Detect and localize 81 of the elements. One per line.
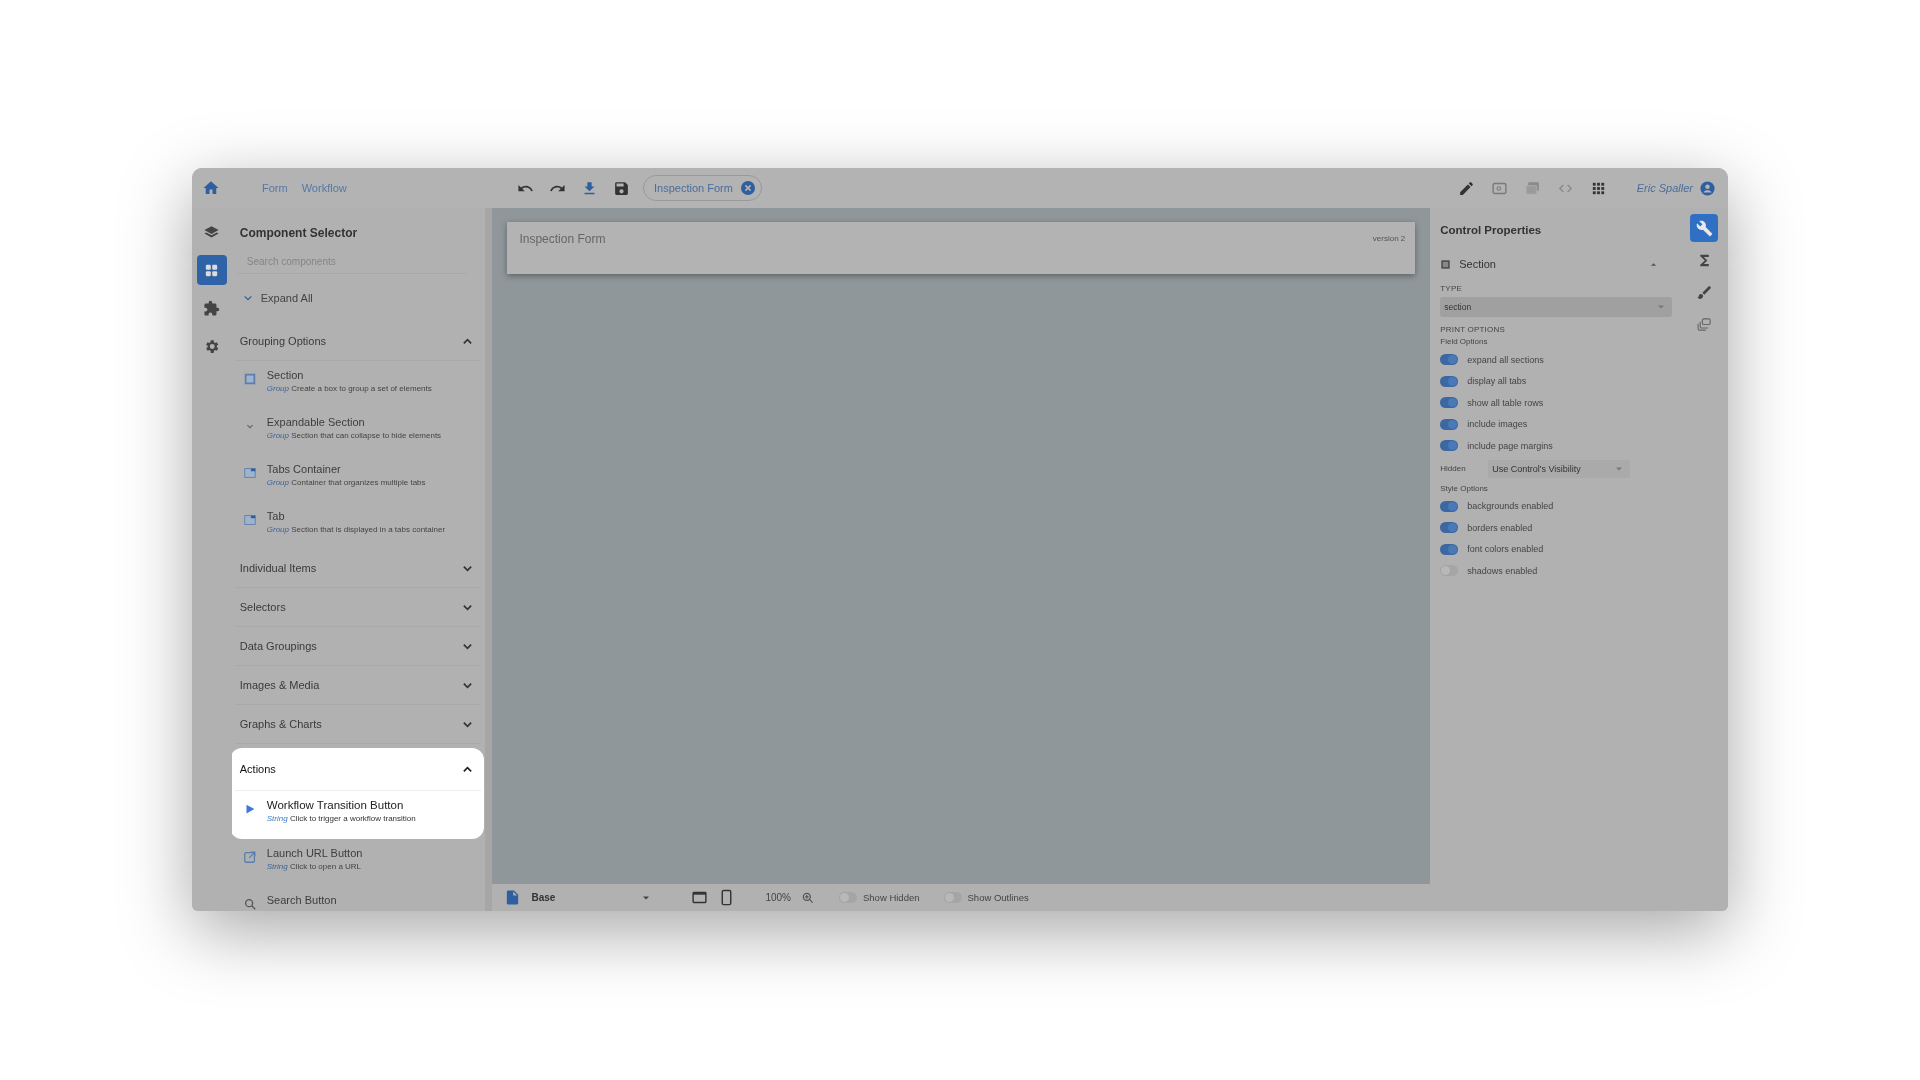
component-description: String Click to open a URL (266, 862, 363, 871)
desktop-icon[interactable] (691, 889, 709, 906)
component-name: Search Button (266, 894, 337, 906)
component-item[interactable]: Search Button (234, 886, 482, 911)
tabs-icon (242, 466, 257, 480)
tab-icon (242, 513, 257, 527)
toggle-switch[interactable] (1440, 500, 1459, 512)
component-description: Group Section that is displayed in a tabs container (266, 525, 446, 534)
close-icon[interactable] (740, 181, 755, 195)
panel-title: Component Selector (238, 225, 359, 242)
component-item[interactable]: Launch URL Button String Click to open a URL (234, 839, 482, 886)
toggle-label: display all tabs (1467, 376, 1527, 387)
version-label: version 2 (1372, 234, 1406, 243)
component-item[interactable]: Expandable Section Group Section that can collapse to hide elements (234, 408, 482, 455)
toggle-label: font colors enabled (1467, 544, 1544, 555)
expand-all-button[interactable]: Expand All (234, 274, 482, 322)
layer-dropdown[interactable]: Base (531, 892, 652, 903)
toggle-switch[interactable] (1440, 440, 1459, 452)
toggle-label: Show Hidden (863, 892, 920, 903)
launch-icon (242, 850, 257, 864)
category-header[interactable]: Actions (234, 748, 482, 791)
toggle-switch[interactable] (1440, 543, 1459, 555)
toggle-label: Show Outlines (967, 892, 1029, 903)
section-icon (242, 372, 257, 386)
component-description: Group Section that can collapse to hide elements (266, 431, 442, 440)
toggle-switch[interactable] (1440, 375, 1459, 387)
account-icon[interactable] (1699, 179, 1716, 197)
search-icon (242, 897, 257, 911)
component-name: Tab (266, 510, 286, 522)
toggle-switch[interactable] (1440, 418, 1459, 430)
component-item[interactable]: Tabs Container Group Container that organizes multiple tabs (234, 455, 482, 502)
zoom-level: 100% (765, 892, 791, 903)
type-dropdown[interactable]: section (1440, 297, 1673, 317)
component-description: String Click to trigger a workflow transition (266, 814, 416, 823)
panel-title: Control Properties (1440, 223, 1543, 238)
toggle-label: show all table rows (1467, 397, 1544, 408)
component-name: Section (266, 369, 305, 381)
group-label: Style Options (1440, 482, 1489, 495)
component-description: Group Container that organizes multiple tabs (266, 478, 426, 487)
category-header[interactable]: Individual Items (234, 549, 482, 588)
toggle-switch[interactable] (1440, 397, 1459, 409)
section-header[interactable]: Section (1440, 246, 1671, 282)
field-label: Hidden (1440, 464, 1467, 473)
form-title: Inspection Form (519, 232, 606, 246)
toggle-label: shadows enabled (1467, 565, 1538, 576)
component-item[interactable]: Workflow Transition Button String Click to trigger a workflow transition (234, 791, 482, 833)
chevron-icon (242, 293, 253, 303)
component-item[interactable]: Tab Group Section that is displayed in a tabs container (234, 502, 482, 549)
component-description: Group Create a box to group a set of elements (266, 384, 432, 393)
category-header[interactable]: Images & Media (234, 666, 482, 705)
toggle-switch[interactable] (1440, 354, 1459, 366)
category-header[interactable]: Graphs & Charts (234, 705, 482, 744)
group-label: Field Options (1440, 336, 1489, 348)
component-item[interactable]: Section Group Create a box to group a set of elements (234, 361, 482, 408)
component-name: Launch URL Button (266, 847, 363, 859)
toggle-label: include page margins (1467, 440, 1553, 451)
grid-icon[interactable] (196, 255, 227, 285)
collapse-icon (462, 335, 474, 347)
collapse-icon (462, 763, 474, 775)
visibility-dropdown[interactable]: Use Control's Visibility (1488, 459, 1631, 478)
component-name: Tabs Container (266, 463, 342, 475)
category-header[interactable]: Grouping Options (234, 322, 482, 361)
home-icon[interactable] (202, 179, 220, 197)
field-label: TYPE (1440, 283, 1463, 293)
save-icon[interactable] (613, 179, 630, 197)
category-header[interactable]: Data Groupings (234, 627, 482, 666)
section-heading: PRINT OPTIONS (1440, 324, 1506, 334)
form-card[interactable]: Inspection Form version 2 (507, 222, 1416, 274)
section-icon (1440, 258, 1452, 270)
toggle-label: expand all sections (1467, 354, 1544, 365)
pencil-icon[interactable] (1457, 179, 1475, 197)
toggle-label: backgrounds enabled (1467, 501, 1554, 512)
zoom-icon[interactable] (801, 890, 815, 905)
pages-icon[interactable] (1523, 179, 1541, 197)
category-header[interactable]: Selectors (234, 588, 482, 627)
toggle-label: borders enabled (1467, 522, 1533, 533)
wrench-icon[interactable] (1690, 214, 1719, 242)
toggle-switch[interactable] (1440, 522, 1459, 534)
component-name: Workflow Transition Button (266, 799, 405, 811)
component-name: Expandable Section (266, 416, 366, 428)
toggle-label: include images (1467, 419, 1528, 430)
